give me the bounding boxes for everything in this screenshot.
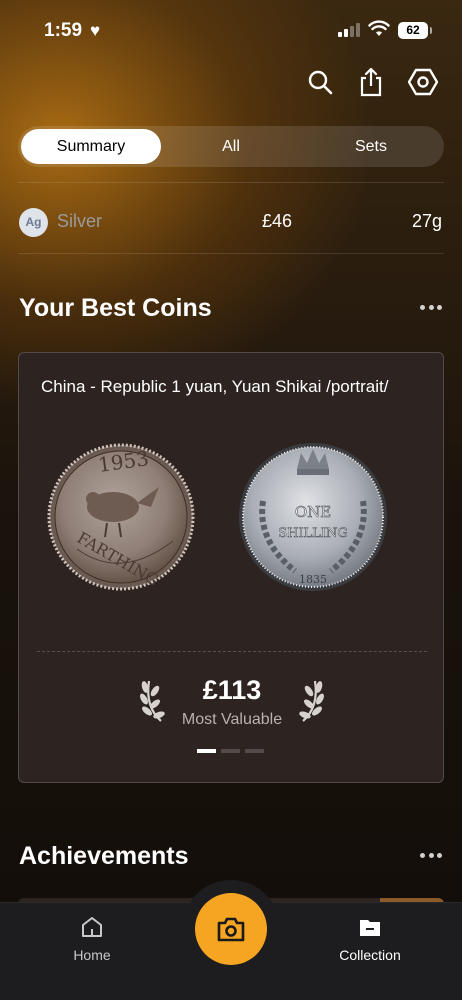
page-dot[interactable] [245,749,264,753]
svg-text:SHILLING: SHILLING [278,526,348,541]
coin-value-label: Most Valuable [181,711,283,728]
status-bar: 1:59 ♥ 62 [0,0,462,60]
coin-obverse-image: 1953 FARTHING [47,443,195,591]
section-title-best-coins: Your Best Coins [19,294,212,322]
divider [18,182,444,183]
heart-icon: ♥ [90,21,101,40]
metal-name: Silver [57,211,103,231]
wifi-icon [368,20,390,36]
share-icon[interactable] [353,64,389,100]
more-options-icon[interactable] [420,305,442,311]
status-time: 1:59 [44,20,83,41]
coin-value: £113 [202,675,262,705]
metal-badge: Ag [19,208,48,237]
more-options-icon[interactable] [420,853,442,859]
cellular-signal-icon [338,23,362,37]
section-title-achievements: Achievements [19,842,189,870]
search-icon[interactable] [302,64,338,100]
svg-text:ONE: ONE [295,503,331,521]
tab-collection[interactable]: Collection [310,915,430,963]
page-dot[interactable] [221,749,240,753]
battery-indicator: 62 [398,22,432,39]
tab-home-label: Home [73,947,111,963]
home-icon [82,917,102,937]
settings-icon[interactable] [405,64,441,100]
camera-button[interactable] [195,893,267,965]
folder-icon [360,920,380,936]
carousel-page-indicator[interactable] [197,749,264,753]
tab-collection-label: Collection [339,947,401,963]
tab-all[interactable]: All [161,129,301,164]
segmented-control: Summary All Sets [18,126,444,167]
coin-title: China - Republic 1 yuan, Yuan Shikai /po… [41,377,389,396]
tab-sets[interactable]: Sets [301,129,441,164]
tab-home[interactable]: Home [32,915,152,963]
tab-summary[interactable]: Summary [21,129,161,164]
svg-text:1835: 1835 [299,573,327,586]
page-dot[interactable] [197,749,216,753]
divider [18,253,444,254]
camera-icon [217,917,245,942]
metal-value: £46 [262,211,293,231]
metal-weight: 27g [411,211,442,231]
coin-reverse-image: ONE SHILLING 1835 [239,443,387,591]
divider [37,651,427,652]
best-coin-card[interactable]: China - Republic 1 yuan, Yuan Shikai /po… [18,352,444,783]
